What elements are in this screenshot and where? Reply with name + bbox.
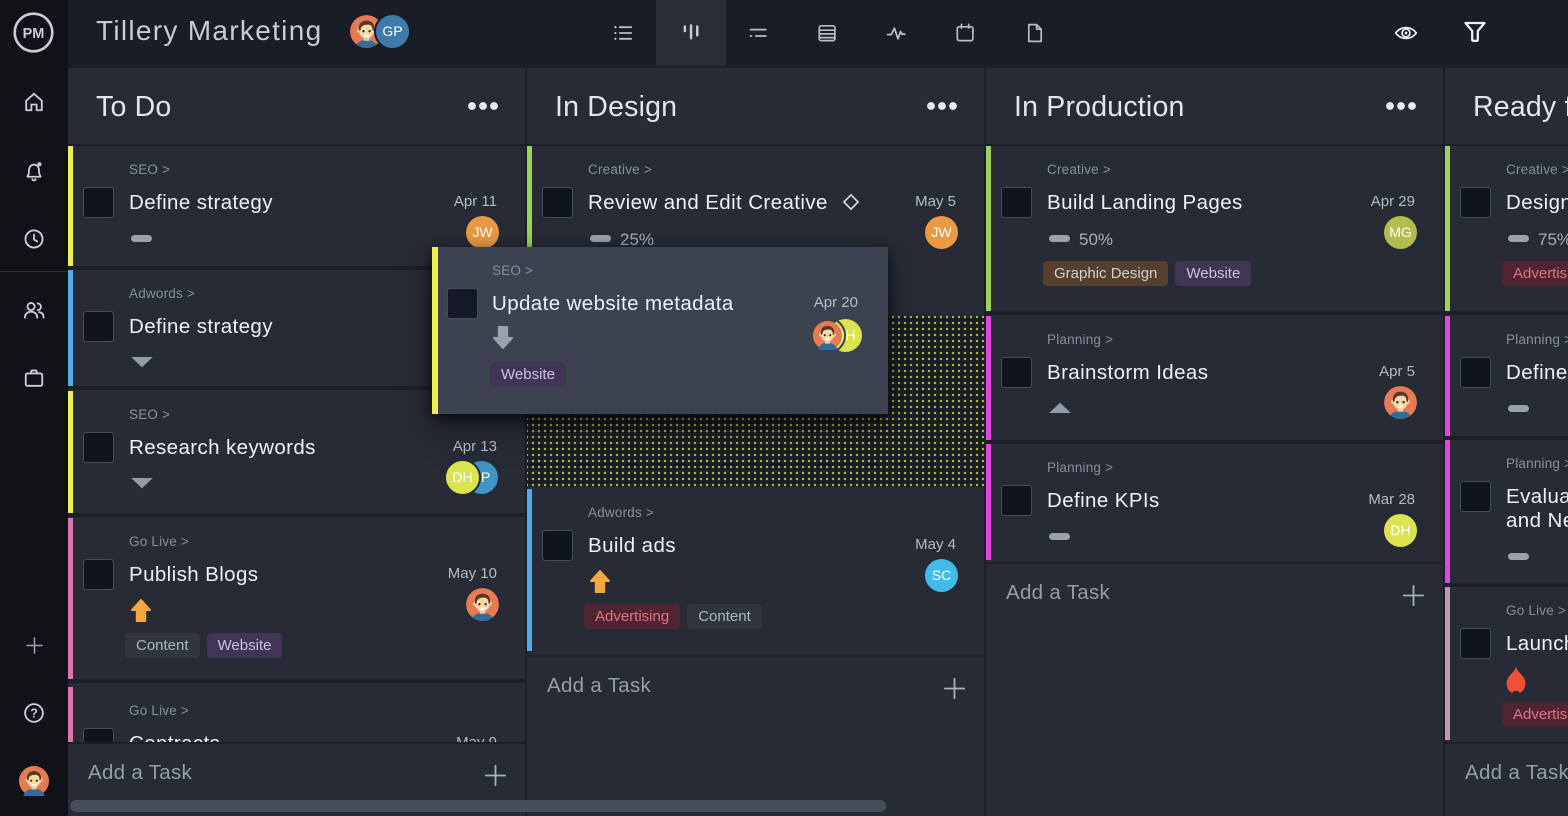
- svg-text:PM: PM: [23, 26, 45, 42]
- svg-text:?: ?: [30, 707, 38, 721]
